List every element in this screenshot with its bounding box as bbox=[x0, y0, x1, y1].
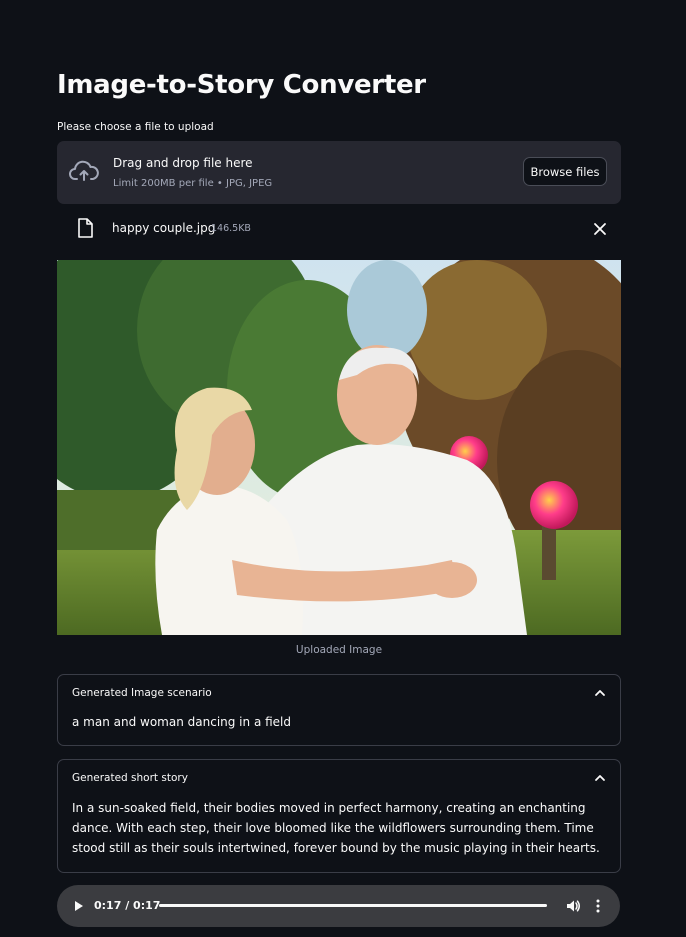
file-name: happy couple.jpg bbox=[112, 221, 216, 235]
more-vertical-icon[interactable] bbox=[595, 898, 601, 914]
close-icon[interactable] bbox=[593, 222, 607, 236]
scrollbar[interactable] bbox=[680, 0, 686, 937]
file-size: 146.5KB bbox=[211, 223, 251, 234]
file-icon bbox=[78, 218, 93, 238]
upload-label: Please choose a file to upload bbox=[57, 121, 214, 133]
audio-progress-bar[interactable] bbox=[159, 904, 547, 907]
story-header: Generated short story bbox=[72, 772, 188, 784]
volume-icon[interactable] bbox=[565, 898, 581, 914]
page-title: Image-to-Story Converter bbox=[57, 70, 426, 100]
story-expander[interactable]: Generated short story In a sun-soaked fi… bbox=[57, 759, 621, 873]
story-text: In a sun-soaked field, their bodies move… bbox=[72, 801, 600, 855]
scenario-expander[interactable]: Generated Image scenario a man and woman… bbox=[57, 674, 621, 746]
audio-player[interactable]: 0:17 / 0:17 bbox=[57, 885, 620, 927]
audio-time: 0:17 / 0:17 bbox=[94, 899, 161, 912]
dropzone-title: Drag and drop file here bbox=[113, 156, 253, 170]
chevron-up-icon[interactable] bbox=[594, 773, 606, 783]
image-caption: Uploaded Image bbox=[295, 644, 383, 656]
scenario-header: Generated Image scenario bbox=[72, 687, 212, 699]
file-dropzone[interactable]: Drag and drop file here Limit 200MB per … bbox=[57, 141, 621, 204]
scenario-text: a man and woman dancing in a field bbox=[72, 715, 291, 729]
cloud-upload-icon bbox=[69, 160, 99, 181]
dropzone-limit: Limit 200MB per file • JPG, JPEG bbox=[113, 178, 273, 189]
browse-files-button[interactable]: Browse files bbox=[523, 157, 607, 186]
uploaded-image bbox=[57, 260, 621, 635]
uploaded-file-row: happy couple.jpg 146.5KB bbox=[57, 214, 621, 244]
couple-photo bbox=[57, 260, 621, 635]
play-icon[interactable] bbox=[74, 900, 84, 912]
chevron-up-icon[interactable] bbox=[594, 688, 606, 698]
